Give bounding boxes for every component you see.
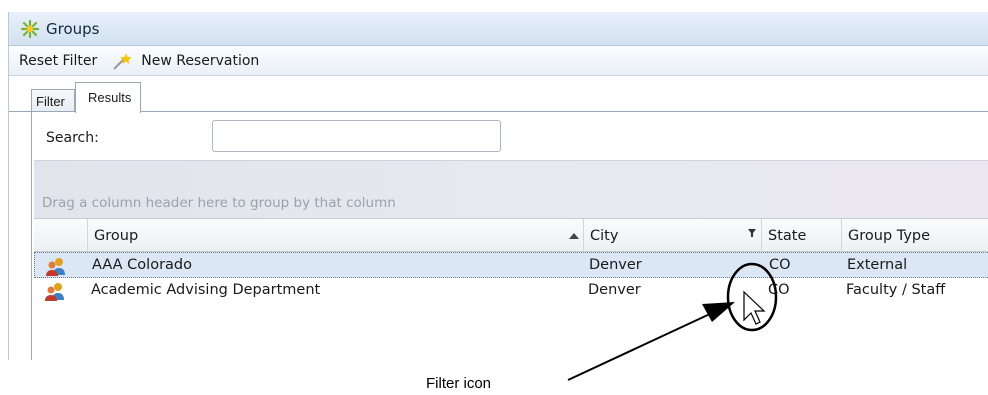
cell-state: CO (768, 282, 790, 298)
tab-filter-label: Filter (36, 94, 65, 109)
reset-filter-button[interactable]: Reset Filter (19, 53, 97, 69)
toolbar: Reset Filter New Reservation (9, 46, 988, 76)
sort-ascending-icon[interactable] (569, 233, 579, 239)
groups-window: Groups Reset Filter New Reservation Filt… (8, 12, 988, 360)
new-reservation-button[interactable]: New Reservation (111, 51, 259, 71)
cell-city: Denver (589, 257, 642, 273)
cell-group-type: Faculty / Staff (846, 282, 946, 298)
column-header-group[interactable]: Group (88, 219, 584, 252)
annotation-caption: Filter icon (426, 375, 492, 392)
results-panel: Search: Drag a column header here to gro… (31, 112, 988, 360)
column-header-state[interactable]: State (762, 219, 842, 252)
column-header-city[interactable]: City (584, 219, 762, 252)
group-by-panel[interactable]: Drag a column header here to group by th… (34, 160, 988, 218)
cell-group: AAA Colorado (92, 257, 192, 273)
cell-group-type: External (847, 257, 908, 273)
table-row[interactable]: AAA Colorado Denver CO External (34, 252, 988, 278)
column-header-group-type-label: Group Type (848, 228, 931, 244)
column-header-group-type[interactable]: Group Type (842, 219, 988, 252)
group-people-icon (46, 258, 65, 276)
grid-header: Group City State Group Type (34, 218, 988, 252)
cell-group: Academic Advising Department (91, 282, 321, 298)
cell-city: Denver (588, 282, 641, 298)
filter-icon[interactable] (747, 228, 757, 242)
column-header-city-label: City (590, 228, 619, 244)
table-row[interactable]: Academic Advising Department Denver CO F… (34, 278, 988, 304)
tab-strip: Filter Results (9, 76, 988, 113)
title-bar: Groups (9, 12, 988, 46)
search-label: Search: (46, 130, 99, 146)
group-people-icon (45, 283, 64, 301)
column-header-state-label: State (768, 228, 807, 244)
new-reservation-label: New Reservation (141, 52, 260, 69)
search-input[interactable] (212, 120, 501, 152)
tab-results[interactable]: Results (75, 82, 141, 113)
tab-filter[interactable]: Filter (31, 89, 75, 112)
cell-state: CO (769, 257, 791, 273)
window-title: Groups (46, 19, 100, 38)
magic-wand-icon (113, 52, 133, 70)
indicator-column-header (34, 219, 88, 252)
groups-app-icon (21, 19, 39, 38)
reset-filter-label: Reset Filter (19, 52, 98, 69)
tab-results-label: Results (88, 90, 132, 105)
column-header-group-label: Group (94, 228, 139, 244)
group-by-hint: Drag a column header here to group by th… (42, 195, 396, 211)
